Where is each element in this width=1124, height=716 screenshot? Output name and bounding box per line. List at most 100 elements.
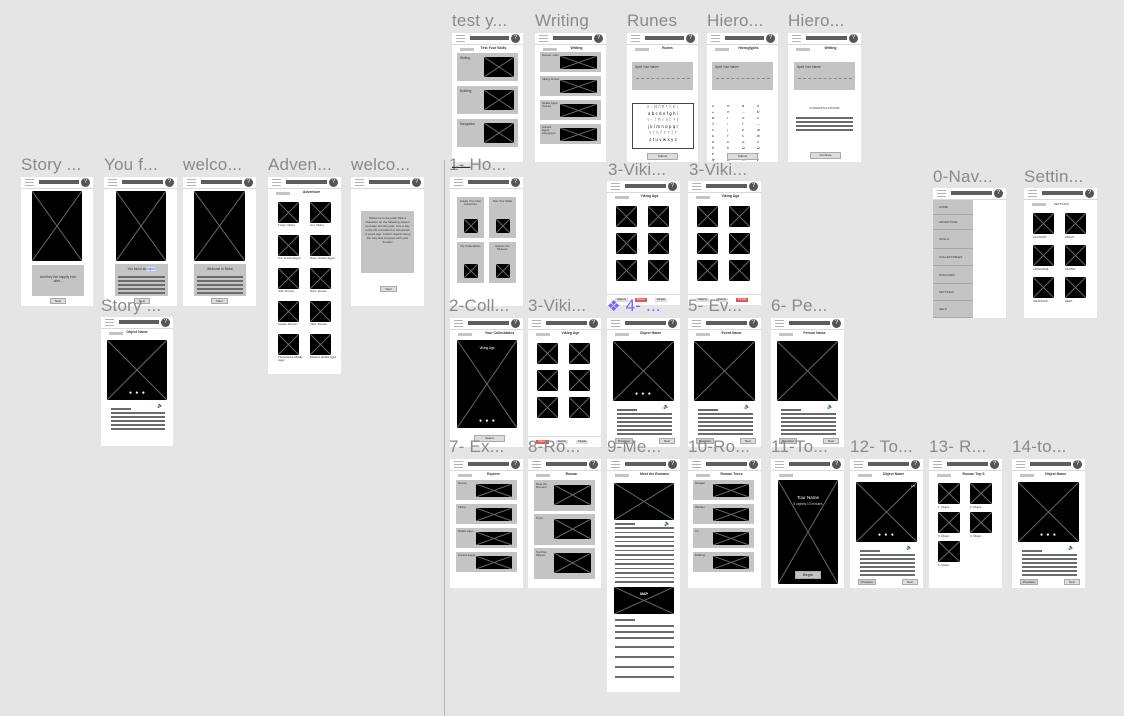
- viking-item-image[interactable]: [616, 206, 637, 227]
- settings-graphics-image[interactable]: [1033, 277, 1054, 298]
- era-card[interactable]: Middle Ages: [456, 528, 517, 548]
- speaker-icon[interactable]: 🔈: [827, 404, 833, 410]
- back-button[interactable]: [615, 474, 629, 477]
- hamburger-icon[interactable]: [692, 183, 701, 190]
- character-card[interactable]: Ani: Ancient Egypt: [278, 235, 301, 265]
- hamburger-icon[interactable]: [108, 179, 117, 186]
- top-object-label[interactable]: 1. Object: [938, 505, 949, 509]
- hamburger-icon[interactable]: [454, 461, 463, 468]
- help-icon[interactable]: ?: [749, 319, 758, 328]
- viking-item-image[interactable]: [648, 260, 669, 281]
- settings-about-image[interactable]: [1065, 213, 1086, 234]
- skill-card[interactable]: Building: [457, 86, 518, 114]
- character-card[interactable]: Vitus: Roman: [310, 301, 332, 331]
- tour-card[interactable]: Warfare: [693, 504, 754, 524]
- nav-item-help[interactable]: HELP: [933, 301, 973, 318]
- viking-item-image[interactable]: [697, 206, 718, 227]
- hamburger-icon[interactable]: [454, 320, 463, 327]
- frame-person-detail[interactable]: ? Person Name 🔈 Previous Next: [771, 318, 844, 447]
- viking-item-image[interactable]: [537, 343, 558, 364]
- writing-system-card[interactable]: Ancient Egypt: Hieroglyph: [540, 124, 601, 144]
- frame-meet-romans[interactable]: ? Meet the Romans 🔈 MAP: [607, 459, 680, 692]
- character-card[interactable]: Tnays: Viking: [278, 202, 300, 232]
- frame-label-test[interactable]: test y...: [452, 11, 507, 31]
- frame-runes[interactable]: ? Runes Spell Your Name ᛒ ᚲ ᛞ ᛖ ᛗ ᚠ ᚷ ᚻ …: [627, 33, 698, 162]
- hamburger-icon[interactable]: [792, 35, 801, 42]
- help-icon[interactable]: ?: [329, 178, 338, 187]
- frame-label-you-found[interactable]: You f...: [104, 155, 158, 175]
- hamburger-icon[interactable]: [25, 179, 34, 186]
- character-card[interactable]: Julie: Roman: [278, 268, 300, 298]
- settings-account-label[interactable]: ACCOUNT: [1033, 235, 1047, 239]
- help-icon[interactable]: ?: [686, 34, 695, 43]
- hamburger-icon[interactable]: [611, 320, 620, 327]
- nav-item-discover[interactable]: DISCOVER: [933, 266, 973, 284]
- hamburger-icon[interactable]: [611, 183, 620, 190]
- help-icon[interactable]: ?: [994, 189, 1003, 198]
- speaker-icon[interactable]: 🔈: [663, 404, 669, 410]
- help-icon[interactable]: ?: [589, 460, 598, 469]
- top-object-label[interactable]: 5. Object: [938, 563, 949, 567]
- nav-item-home[interactable]: HOME: [933, 200, 973, 215]
- hamburger-icon[interactable]: [611, 461, 620, 468]
- speaker-icon[interactable]: 🔈: [1068, 545, 1074, 551]
- frame-viking-age-people[interactable]: ? Viking Age Objects Events People: [688, 181, 761, 305]
- frame-hieroglyphs[interactable]: ? Hieroglyphs Spell Your Name A ᏸ B Ꮈ C …: [707, 33, 778, 162]
- frame-label-welcome[interactable]: welco...: [183, 155, 242, 175]
- frame-label-viking-3[interactable]: 3-Viki...: [528, 296, 586, 316]
- viking-item-image[interactable]: [648, 206, 669, 227]
- begin-button[interactable]: Begin: [795, 571, 821, 579]
- frame-writing[interactable]: ? Writing Roman: Latin Viking: Runes Middl…: [535, 33, 606, 162]
- hamburger-icon[interactable]: [355, 179, 364, 186]
- settings-language-image[interactable]: [1033, 245, 1054, 266]
- help-icon[interactable]: ?: [668, 319, 677, 328]
- frame-tour-intro[interactable]: ? Tour Name 5 objects 10 minutes Begin: [771, 459, 844, 588]
- object-link[interactable]: object: [147, 267, 156, 271]
- nav-item-settings[interactable]: SETTINGS: [933, 284, 973, 301]
- hamburger-icon[interactable]: [854, 461, 863, 468]
- top-object-image[interactable]: [938, 512, 960, 533]
- map-placeholder[interactable]: MAP: [614, 587, 674, 614]
- writing-system-card[interactable]: Viking: Runes: [540, 76, 601, 96]
- era-card[interactable]: Roman: [456, 480, 517, 500]
- hamburger-icon[interactable]: [454, 179, 463, 186]
- frame-tour-object[interactable]: ? Object Name ● ● ● 1/5 🔈 Previous Next: [850, 459, 923, 588]
- viking-item-image[interactable]: [697, 260, 718, 281]
- hamburger-icon[interactable]: [1028, 190, 1037, 197]
- top-object-label[interactable]: 4. Object: [970, 534, 981, 538]
- next-button[interactable]: Next: [902, 579, 918, 585]
- hamburger-icon[interactable]: [532, 461, 541, 468]
- hamburger-icon[interactable]: [539, 35, 548, 42]
- top-object-image[interactable]: [938, 483, 960, 504]
- frame-label-tour-11[interactable]: 11-To...: [771, 437, 828, 457]
- viking-item-image[interactable]: [537, 397, 558, 418]
- carousel-dots[interactable]: ● ● ●: [635, 391, 652, 397]
- next-button[interactable]: Next: [50, 298, 66, 304]
- writing-system-card[interactable]: Roman: Latin: [540, 52, 601, 72]
- frame-explore[interactable]: ? Explore Roman Viking Middle Ages Ancient …: [450, 459, 523, 588]
- viking-item-image[interactable]: [729, 260, 750, 281]
- settings-graphics-label[interactable]: GRAPHICS: [1033, 299, 1048, 303]
- top-object-label[interactable]: 2. Object: [970, 505, 981, 509]
- frame-story-object[interactable]: ? Object Name ● ● ● 🔈: [101, 317, 173, 446]
- collectable-image[interactable]: Viking Age ● ● ●: [457, 340, 517, 428]
- frame-label-viking-2[interactable]: 3-Viki...: [689, 160, 747, 180]
- carousel-dots[interactable]: ● ● ●: [479, 418, 496, 424]
- help-icon[interactable]: ?: [911, 460, 920, 469]
- previous-button[interactable]: Previous: [858, 579, 876, 585]
- help-icon[interactable]: ?: [511, 34, 520, 43]
- frame-you-found[interactable]: ? You found an object Next: [104, 177, 177, 306]
- settings-help-image[interactable]: [1065, 277, 1086, 298]
- speaker-icon[interactable]: 🔈: [157, 403, 163, 409]
- frame-label-object-4[interactable]: ❖ 4- ...: [607, 296, 661, 316]
- help-icon[interactable]: ?: [849, 34, 858, 43]
- frame-settings[interactable]: ? SETTINGS ACCOUNT ABOUT LANGUAGE SOUND GRAP…: [1024, 188, 1097, 318]
- carousel-dots[interactable]: ● ● ●: [129, 390, 146, 396]
- name-input-line[interactable]: [716, 78, 770, 79]
- roman-menu-card[interactable]: Meet the Romans: [534, 480, 595, 511]
- spell-name-box[interactable]: Spell Your Name: [632, 62, 693, 90]
- settings-account-image[interactable]: [1033, 213, 1054, 234]
- viking-item-image[interactable]: [537, 370, 558, 391]
- roman-menu-card[interactable]: Top Five Objects: [534, 548, 595, 579]
- character-card[interactable]: Cassie: Roman: [278, 301, 300, 331]
